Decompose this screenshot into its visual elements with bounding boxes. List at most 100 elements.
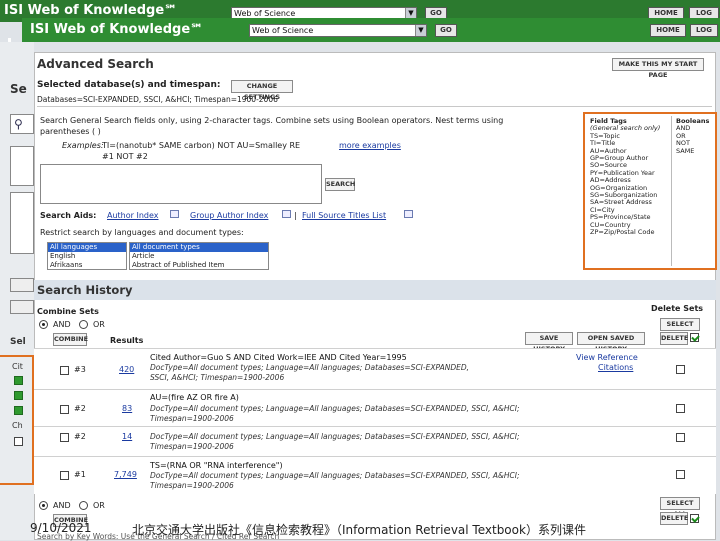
chevron-down-icon: ▼ (415, 25, 426, 36)
left-fragment-cited: Cit (12, 362, 23, 371)
footer-caption: 北京交通大学出版社《信息检索教程》（Information Retrieval … (132, 523, 586, 537)
row-combine-checkbox[interactable] (60, 433, 69, 442)
search-button[interactable]: SEARCH (325, 178, 355, 191)
db-timespan-label: Selected database(s) and timespan: (37, 80, 221, 90)
select-all-button[interactable]: SELECT ALL (660, 318, 700, 339)
or-label-bottom: OR (93, 501, 105, 510)
field-tags-reference: Field Tags (General search only) TS=Topi… (583, 112, 717, 270)
result-count-link[interactable]: 14 (122, 432, 132, 441)
make-start-page-button[interactable]: MAKE THIS MY START PAGE (612, 58, 704, 79)
search-aids-label: Search Aids: (40, 211, 97, 220)
go-button[interactable]: GO (435, 24, 457, 37)
select-all-button-bottom[interactable]: SELECT ALL (660, 497, 700, 518)
query-settings: SSCI, A&HCI; Timespan=1900-2006 (150, 373, 285, 382)
left-checkbox[interactable] (14, 437, 23, 446)
query-settings: DocType=All document types; Language=All… (150, 363, 470, 372)
query-settings: Timespan=1900-2006 (150, 481, 234, 490)
language-option[interactable]: Afrikaans (48, 261, 126, 269)
doctype-option[interactable]: Article (130, 252, 268, 261)
row-delete-checkbox[interactable] (676, 365, 685, 374)
checkbox-checked-icon[interactable] (14, 376, 23, 385)
left-fragment-select: Sel (10, 337, 26, 347)
row-delete-checkbox[interactable] (676, 433, 685, 442)
row-combine-checkbox[interactable] (60, 366, 69, 375)
background-orange-frame (0, 355, 34, 485)
delete-button[interactable]: DELETE (660, 332, 688, 345)
database-value: Web of Science (252, 26, 314, 35)
table-row: #2 83 AU=(fire AZ OR fire A) DocType=All… (34, 389, 716, 426)
group-author-index-link[interactable]: Group Author Index (190, 211, 268, 220)
background-window-sidebar: Se ⚲ Sel Cit Ch (0, 42, 34, 540)
language-option[interactable]: All languages (48, 243, 126, 252)
more-examples-link[interactable]: more examples (339, 141, 401, 150)
checkbox-checked-icon[interactable] (14, 406, 23, 415)
set-number: #2 (74, 432, 86, 441)
boolean-operator: SAME (676, 146, 695, 155)
open-saved-history-button[interactable]: OPEN SAVED HISTORY (577, 332, 645, 353)
checkbox-checked-icon[interactable] (690, 514, 699, 523)
background-search-icon-box: ⚲ (10, 114, 34, 134)
popup-window-icon (170, 210, 179, 218)
combine-sets-label: Combine Sets (37, 307, 99, 316)
left-fragment-check: Ch (12, 421, 23, 430)
log-button[interactable]: LOG (690, 24, 718, 37)
results-column-header: Results (110, 336, 144, 345)
result-count-link[interactable]: 83 (122, 404, 132, 413)
search-icon: ⚲ (14, 117, 23, 131)
and-radio[interactable] (39, 320, 48, 329)
footer-date: 9/10/2021 (30, 521, 92, 535)
home-button[interactable]: HOME (650, 24, 686, 37)
selected-databases: Databases=SCI-EXPANDED, SSCI, A&HCI; Tim… (37, 95, 278, 104)
checkbox-checked-icon[interactable] (14, 391, 23, 400)
advanced-query-textarea[interactable] (40, 164, 322, 204)
row-delete-checkbox[interactable] (676, 404, 685, 413)
citations-link[interactable]: Citations (598, 363, 633, 372)
table-row: #1 7,749 TS=(RNA OR "RNA interference") … (34, 456, 716, 494)
or-label: OR (93, 320, 105, 329)
document-types-listbox[interactable]: All document types Article Abstract of P… (129, 242, 269, 270)
query-settings: Timespan=1900-2006 (150, 414, 234, 423)
and-radio-bottom[interactable] (39, 501, 48, 510)
checkbox-checked-icon[interactable] (690, 333, 699, 342)
result-count-link[interactable]: 7,749 (114, 470, 137, 479)
or-radio-bottom[interactable] (79, 501, 88, 510)
back-database-value: Web of Science (234, 9, 296, 18)
booleans-column: Booleans AND OR NOT SAME (676, 117, 709, 155)
author-index-link[interactable]: Author Index (107, 211, 159, 220)
doctype-option[interactable]: Abstract of Published Item (130, 261, 268, 269)
database-select[interactable]: Web of Science ▼ (249, 24, 427, 37)
query-text: AU=(fire AZ OR fire A) (150, 393, 239, 402)
combine-button[interactable]: COMBINE (53, 333, 88, 346)
language-option[interactable]: English (48, 252, 126, 261)
delete-button-bottom[interactable]: DELETE (660, 512, 688, 525)
examples-label: Examples: (62, 141, 104, 150)
query-settings: Timespan=1900-2006 (150, 442, 234, 451)
change-settings-button[interactable]: CHANGE SETTINGS (231, 80, 293, 101)
background-field (10, 146, 34, 186)
search-history-title: Search History (37, 283, 133, 297)
set-number: #1 (74, 470, 86, 479)
doctype-option[interactable]: All document types (130, 243, 268, 252)
divider (37, 106, 712, 107)
front-window-header: ISI Web of Knowledge℠ Web of Science ▼ GO… (22, 18, 720, 42)
instructions-line2: parentheses ( ) (40, 127, 101, 136)
or-radio[interactable] (79, 320, 88, 329)
instructions-line1: Search General Search fields only, using… (40, 116, 504, 125)
row-combine-checkbox[interactable] (60, 405, 69, 414)
restrict-label: Restrict search by languages and documen… (40, 228, 244, 237)
result-count-link[interactable]: 420 (119, 365, 134, 374)
view-reference-link[interactable]: View Reference (576, 353, 638, 362)
save-history-button[interactable]: SAVE HISTORY (525, 332, 573, 353)
example-2: #1 NOT #2 (102, 152, 148, 161)
field-tags-column: Field Tags (General search only) TS=Topi… (590, 117, 660, 237)
and-label: AND (53, 320, 71, 329)
page-title: Advanced Search (37, 57, 154, 71)
header-title: ISI Web of Knowledge℠ (30, 22, 204, 37)
set-number: #3 (74, 365, 86, 374)
row-combine-checkbox[interactable] (60, 471, 69, 480)
separator: | (294, 211, 297, 220)
example-1: TI=(nanotub* SAME carbon) NOT AU=Smalley… (102, 141, 301, 150)
languages-listbox[interactable]: All languages English Afrikaans (47, 242, 127, 270)
full-source-titles-link[interactable]: Full Source Titles List (302, 211, 386, 220)
row-delete-checkbox[interactable] (676, 470, 685, 479)
